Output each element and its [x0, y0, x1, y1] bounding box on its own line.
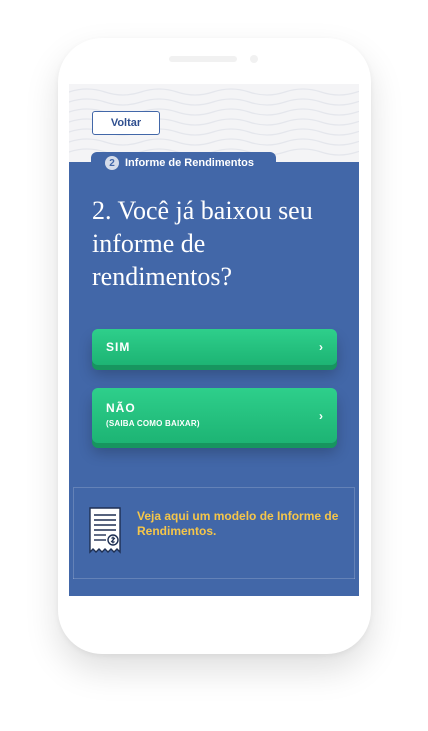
step-number-badge: 2: [105, 156, 119, 170]
app-screen: Voltar 2 Informe de Rendimentos 2. Você …: [69, 84, 359, 596]
phone-speaker: [169, 56, 237, 62]
option-yes-button[interactable]: SIM ›: [92, 329, 337, 365]
chevron-right-icon: ›: [319, 340, 323, 354]
model-informe-text: Veja aqui um modelo de Informe de Rendim…: [137, 509, 339, 538]
phone-camera: [250, 55, 258, 63]
step-tab: 2 Informe de Rendimentos: [91, 152, 276, 174]
model-informe-link[interactable]: Veja aqui um modelo de Informe de Rendim…: [73, 487, 355, 579]
header-band: Voltar: [69, 84, 359, 162]
option-no-label: NÃO: [106, 401, 136, 415]
option-no-button[interactable]: NÃO (SAIBA COMO BAIXAR) ›: [92, 388, 337, 443]
document-icon: [89, 507, 121, 554]
chevron-right-icon: ›: [319, 408, 323, 423]
section-divider: [73, 578, 355, 579]
step-label: Informe de Rendimentos: [125, 157, 254, 169]
option-yes-label: SIM: [106, 340, 131, 354]
question-title: 2. Você já baixou seu informe de rendime…: [92, 196, 313, 291]
option-no-sublabel: (SAIBA COMO BAIXAR): [106, 419, 200, 428]
back-button[interactable]: Voltar: [92, 111, 160, 135]
